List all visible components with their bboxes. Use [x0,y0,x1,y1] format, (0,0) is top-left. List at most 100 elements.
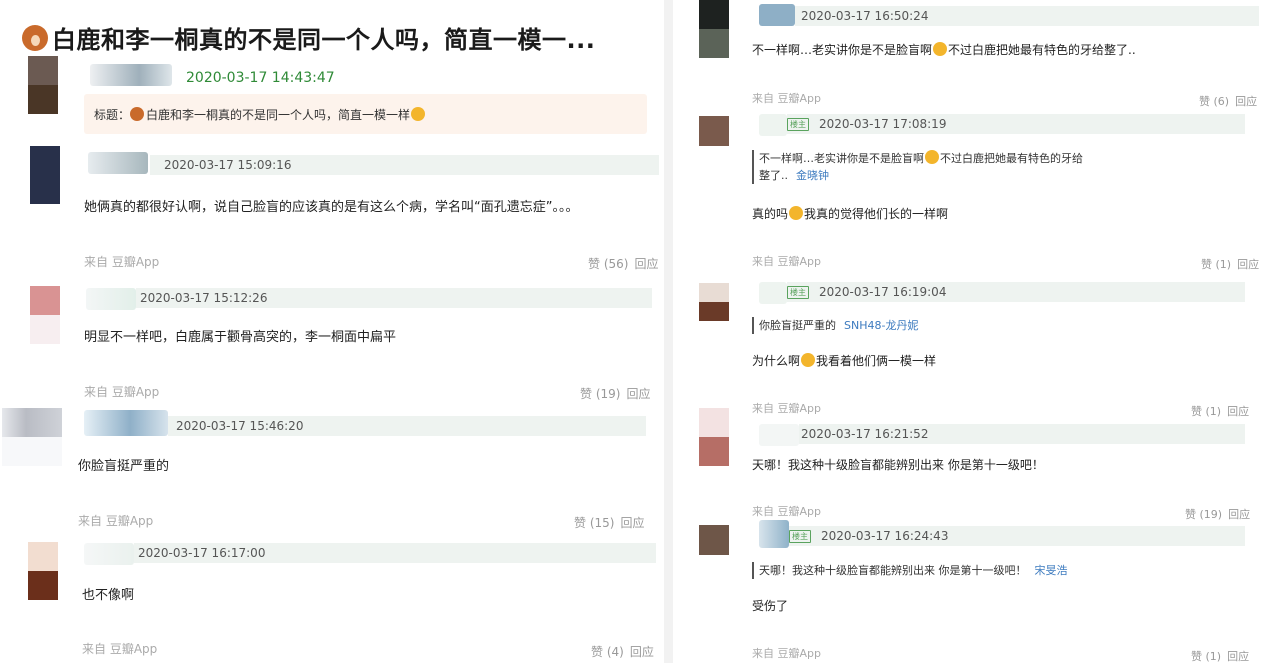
right-screenshot-panel: 2020-03-17 16:50:24 不一样啊…老实讲你是不是脸盲啊 不过白鹿把… [673,0,1269,663]
avatar[interactable] [699,116,729,146]
avatar[interactable] [699,408,729,466]
comment-time: 2020-03-17 16:24:43 [821,529,949,543]
username-blurred[interactable] [84,410,168,436]
username-blurred[interactable] [84,543,134,565]
like-button[interactable]: 赞 (1) [1191,405,1221,418]
avatar[interactable] [699,525,729,555]
comment-header-bar: 2020-03-17 16:21:52 [799,424,1245,444]
comment-source: 来自 豆瓣App [752,505,821,518]
quote-author-link[interactable]: 宋旻浩 [1035,564,1068,577]
comment-header-bar: 楼主 2020-03-17 16:24:43 [789,526,1245,546]
reply-button[interactable]: 回应 [1235,95,1257,108]
comment-time: 2020-03-17 16:19:04 [819,285,947,299]
comment-time: 2020-03-17 16:50:24 [801,9,929,23]
comment-source: 来自 豆瓣App [84,255,160,269]
quoted-comment: 不一样啊…老实讲你是不是脸盲啊 不过白鹿把她最有特色的牙给 整了.. 金晓钟 [752,150,1083,184]
like-button[interactable]: 赞 (6) [1199,95,1229,108]
sad-face-icon [925,150,939,164]
comment-header-bar: 楼主 2020-03-17 17:08:19 [787,114,1245,134]
avatar[interactable] [699,0,729,58]
comment-text: 明显不一样吧，白鹿属于颧骨高突的，李一桐面中扁平 [84,330,397,345]
like-button[interactable]: 赞 (19) [580,387,620,401]
reply-button[interactable]: 回应 [1237,258,1259,271]
quote-text: 白鹿和李一桐真的不是同一个人吗，简直一模一样 [146,107,411,122]
comment-time: 2020-03-17 16:17:00 [138,546,266,560]
quoted-title-box: 标题： 白鹿和李一桐真的不是同一个人吗，简直一模一样 [84,94,647,134]
quote-label: 标题： [94,107,131,122]
username-blurred[interactable] [88,152,148,174]
like-button[interactable]: 赞 (1) [1201,258,1231,271]
username-blurred[interactable] [759,114,787,136]
comment-actions: 赞 (19) 回应 [1179,506,1250,522]
comment-source: 来自 豆瓣App [78,514,154,528]
comment-actions: 赞 (15) 回应 [568,514,644,531]
reply-button[interactable]: 回应 [1227,405,1249,418]
comment-text: 也不像啊 [82,588,135,603]
quote-author-link[interactable]: 金晓钟 [796,169,829,182]
comment-text: 受伤了 [752,599,789,613]
comment-text: 你脸盲挺严重的 [78,459,170,474]
avatar[interactable] [30,146,60,204]
sad-face-icon [933,42,948,56]
sad-face-icon [789,206,804,220]
comment-time: 2020-03-17 14:43:47 [186,70,335,86]
comment-header-bar: 2020-03-17 16:50:24 [795,6,1259,26]
post-title[interactable]: 白鹿和李一桐真的不是同一个人吗，简直一模一... [22,20,595,55]
quoted-comment: 天哪！我这种十级脸盲都能辨别出来 你是第十一级吧！ 宋旻浩 [752,562,1068,579]
avatar[interactable] [699,283,729,321]
username-blurred[interactable] [86,288,136,310]
comment-header-bar: 2020-03-17 16:17:00 [134,543,656,563]
username-blurred[interactable] [759,424,799,446]
comment-time: 2020-03-17 15:09:16 [164,158,292,172]
reply-button[interactable]: 回应 [1228,508,1250,521]
comment-source: 来自 豆瓣App [752,255,821,268]
comment-header-bar: 2020-03-17 15:46:20 [168,416,646,436]
username-blurred[interactable] [759,520,789,548]
comment-text: 她俩真的都很好认啊，说自己脸盲的应该真的是有这么个病，学名叫“面孔遗忘症”。。。 [84,200,579,215]
reply-button[interactable]: 回应 [1227,650,1249,663]
sad-face-icon [801,353,816,367]
like-button[interactable]: 赞 (4) [591,645,624,659]
comment-text: 真的吗 我真的觉得他们长的一样啊 [752,206,949,221]
quote-author-link[interactable]: SNH48-龙丹妮 [844,319,918,332]
reply-button[interactable]: 回应 [630,645,654,659]
reply-button[interactable]: 回应 [626,387,650,401]
like-button[interactable]: 赞 (19) [1185,508,1222,521]
avatar[interactable] [28,56,58,114]
like-button[interactable]: 赞 (56) [588,257,628,271]
comment-source: 来自 豆瓣App [752,92,821,105]
comment-header-bar: 楼主 2020-03-17 16:19:04 [787,282,1245,302]
panel-divider [664,0,673,663]
comment-actions: 赞 (56) 回应 [582,255,658,272]
comment-actions: 赞 (1) 回应 [1185,403,1249,419]
username-blurred[interactable] [759,4,795,26]
reply-button[interactable]: 回应 [634,257,658,271]
username-blurred[interactable] [759,282,787,304]
comment-header-bar: 2020-03-17 15:12:26 [136,288,652,308]
comment-time: 2020-03-17 17:08:19 [819,117,947,131]
comment-text: 为什么啊 我看着他们俩一模一样 [752,353,937,368]
quoted-comment: 你脸盲挺严重的 SNH48-龙丹妮 [752,317,918,334]
comment-actions: 赞 (19) 回应 [574,385,650,402]
comment-time: 2020-03-17 15:12:26 [140,291,268,305]
avatar[interactable] [28,542,58,600]
like-button[interactable]: 赞 (1) [1191,650,1221,663]
comment-text: 不一样啊…老实讲你是不是脸盲啊 不过白鹿把她最有特色的牙给整了.. [752,42,1136,57]
op-badge: 楼主 [789,529,811,543]
sad-face-icon [411,107,426,121]
comment-source: 来自 豆瓣App [84,385,160,399]
post-title-text: 白鹿和李一桐真的不是同一个人吗，简直一模一... [52,26,596,54]
avatar[interactable] [2,408,62,466]
op-badge: 楼主 [787,285,809,299]
comment-actions: 赞 (6) 回应 [1193,93,1257,109]
like-button[interactable]: 赞 (15) [574,516,614,530]
comment-text: 天哪！我这种十级脸盲都能辨别出来 你是第十一级吧！ [752,458,1044,472]
comment-source: 来自 豆瓣App [752,647,821,660]
reply-button[interactable]: 回应 [620,516,644,530]
comment-time: 2020-03-17 15:46:20 [176,419,304,433]
comment-time: 2020-03-17 16:21:52 [801,427,929,441]
username-blurred[interactable] [90,64,172,86]
op-badge: 楼主 [787,117,809,131]
deer-emoji-icon [22,24,48,51]
avatar[interactable] [30,286,60,344]
